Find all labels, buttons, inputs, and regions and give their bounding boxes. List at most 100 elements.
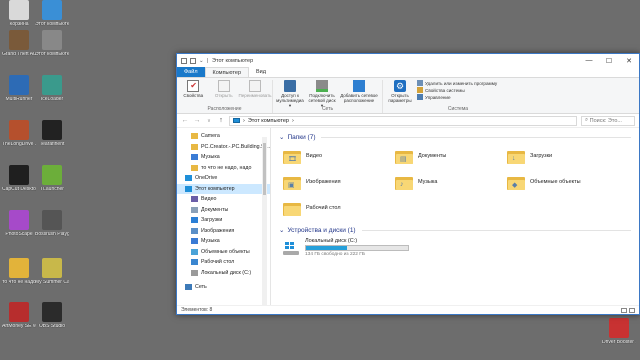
search-input[interactable]: ⌕ Поиск: Это... <box>581 115 635 126</box>
close-button[interactable]: ✕ <box>619 57 639 65</box>
desktop-icon[interactable]: OBS Studio <box>35 302 69 330</box>
desktop-icon[interactable]: PhotoScape <box>2 210 36 238</box>
folder-icon <box>191 164 198 171</box>
status-item-count: Элементов: 8 <box>181 307 213 313</box>
nav-pane-item-label: OneDrive <box>195 175 218 182</box>
media-access-button[interactable]: Доступ к мультимедиа ▾ <box>275 80 305 108</box>
folders-section-header[interactable]: ⌄ Папки (7) <box>279 132 631 142</box>
minimize-button[interactable]: — <box>579 57 599 65</box>
desktop-icon-label: Корзина <box>9 22 29 27</box>
manage-button[interactable]: Управление <box>417 94 497 100</box>
map-network-drive-button[interactable]: Подключить сетевой диск ▾ <box>307 80 337 108</box>
programs-icon <box>417 80 423 86</box>
details-view-icon[interactable] <box>621 307 627 313</box>
nav-pane-item[interactable]: Этот компьютер <box>177 183 270 194</box>
desktop-icon[interactable]: Grand Theft Auto San... <box>2 30 36 58</box>
folder-item[interactable]: ♪ Музыка <box>395 171 507 193</box>
folder-icon: ▤ <box>395 149 413 164</box>
tab-file[interactable]: Файл <box>177 67 205 77</box>
tab-computer[interactable]: Компьютер <box>204 67 249 77</box>
desktop-icon[interactable]: Корзина <box>2 0 36 28</box>
desktop-icon[interactable]: IceLoader <box>35 75 69 103</box>
forward-button[interactable]: → <box>193 117 201 124</box>
nav-pane-item-label: Camera <box>201 133 220 140</box>
nav-pane-item[interactable]: Camera <box>177 131 270 142</box>
nav-pane-item[interactable]: Рабочий стол <box>177 257 270 268</box>
folder-item[interactable]: 🎞 Видео <box>283 145 395 167</box>
desktop-icon[interactable]: Этот компьютер <box>35 0 69 28</box>
desktop-icon-label: CapCut Desktop <box>2 187 36 192</box>
up-button[interactable]: ↑ <box>217 117 225 124</box>
nav-pane-item[interactable]: Музыка <box>177 236 270 247</box>
nav-pane-item-label: Документы <box>201 206 229 213</box>
nav-pane-item[interactable]: PC.Creator.-.PC.Building.Si... <box>177 142 270 153</box>
nav-pane-item[interactable]: Сеть <box>177 282 270 293</box>
open-settings-button[interactable]: ⚙ Открыть параметры <box>385 80 415 103</box>
folder-item[interactable]: ↓ Загрузки <box>507 145 619 167</box>
desktop-icon[interactable]: CapCut Desktop <box>2 165 36 193</box>
desktop-icon[interactable]: My Summer Car <box>35 258 69 286</box>
title-bar[interactable]: ⌄ | Этот компьютер — ☐ ✕ <box>177 54 639 67</box>
desktop-icon[interactable]: MultiRunner <box>2 75 36 103</box>
app-icon <box>9 75 29 95</box>
nav-pane-item[interactable]: Музыка <box>177 152 270 163</box>
nav-pane-item[interactable]: Видео <box>177 194 270 205</box>
rename-button[interactable]: Переименовать <box>239 80 272 98</box>
nav-pane-item[interactable]: Локальный диск (C:) <box>177 268 270 279</box>
nav-pane-scrollbar[interactable] <box>262 137 267 305</box>
nav-pane-item[interactable]: Загрузки <box>177 215 270 226</box>
status-bar: Элементов: 8 <box>177 305 639 314</box>
desktop-icon[interactable]: Driver Booster 10 <box>602 318 636 346</box>
system-properties-button[interactable]: Свойства системы <box>417 87 497 93</box>
nav-pane-item-label: PC.Creator.-.PC.Building.Si... <box>201 143 271 150</box>
drive-item[interactable]: Локальный диск (C:) 134 ГБ свободно из 2… <box>283 238 631 257</box>
navigation-pane: Camera PC.Creator.-.PC.Building.Si... Музы… <box>177 128 271 305</box>
properties-button[interactable]: ✔ Свойства <box>179 80 208 98</box>
back-button[interactable]: ← <box>181 117 189 124</box>
folder-icon: ↓ <box>507 149 525 164</box>
nav-pane-item[interactable]: то что не надо, надо <box>177 163 270 174</box>
folder-item[interactable]: ▤ Документы <box>395 145 507 167</box>
app-icon <box>42 0 62 20</box>
network-icon <box>185 284 192 291</box>
desktop-icon[interactable]: TLauncher <box>35 165 69 193</box>
nav-pane-item-label: Сеть <box>195 284 207 291</box>
add-network-location-button[interactable]: Добавить сетевое расположение <box>339 80 379 103</box>
desktop-icon[interactable]: Этот компьютер <box>35 30 69 58</box>
cloud-icon <box>185 175 192 182</box>
desktop-icon[interactable]: Bossrush Playground <box>35 210 69 238</box>
desktop-icon[interactable]: ArtMoney SE v8.0 <box>2 302 36 330</box>
3d-objects-icon <box>191 248 198 255</box>
new-folder-quick-icon[interactable] <box>190 57 196 64</box>
folder-item[interactable]: ◆ Объемные объекты <box>507 171 619 193</box>
maximize-button[interactable]: ☐ <box>599 57 619 65</box>
nav-pane-item[interactable]: OneDrive <box>177 173 270 184</box>
open-button[interactable]: Открыть <box>210 80 239 98</box>
nav-pane-item-label: Локальный диск (C:) <box>201 269 252 276</box>
desktop-icon[interactable]: то что не надо <box>2 258 36 286</box>
folder-label: Документы <box>418 153 447 159</box>
address-bar[interactable]: › Этот компьютер › <box>229 115 577 126</box>
large-icons-view-icon[interactable] <box>629 307 635 313</box>
manage-icon <box>417 94 423 100</box>
desktop-icon[interactable]: TheLongDrive ...egally <box>2 120 36 148</box>
network-location-icon <box>353 80 365 92</box>
folder-icon <box>191 143 198 150</box>
nav-pane-item[interactable]: Объемные объекты <box>177 247 270 258</box>
app-icon <box>609 318 629 338</box>
chevron-down-icon[interactable]: ⌄ <box>199 58 204 64</box>
folder-item[interactable]: Рабочий стол <box>283 197 395 219</box>
folder-label: Рабочий стол <box>306 205 341 211</box>
uninstall-program-button[interactable]: Удалить или изменить программу <box>417 80 497 86</box>
tab-view[interactable]: Вид <box>249 67 273 77</box>
properties-quick-icon[interactable] <box>181 57 187 64</box>
nav-pane-item[interactable]: Документы <box>177 205 270 216</box>
documents-icon <box>191 206 198 213</box>
gear-icon: ⚙ <box>394 80 406 92</box>
drives-section-header[interactable]: ⌄ Устройства и диски (1) <box>279 225 631 235</box>
folder-item[interactable]: ▣ Изображения <box>283 171 395 193</box>
nav-pane-item[interactable]: Изображения <box>177 226 270 237</box>
ribbon-group-location: ✔ Свойства Открыть Переименовать Располо… <box>177 80 273 113</box>
desktop-icon[interactable]: Tearafinent <box>35 120 69 148</box>
recent-locations-button[interactable]: ∨ <box>205 118 213 124</box>
